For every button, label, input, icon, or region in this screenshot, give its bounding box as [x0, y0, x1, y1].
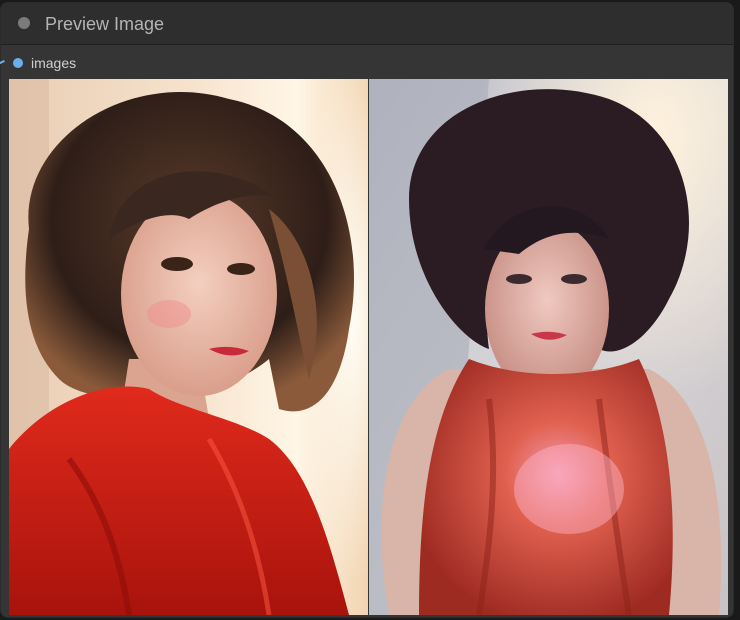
- input-socket-icon[interactable]: [13, 58, 23, 68]
- preview-image-2[interactable]: [369, 79, 728, 615]
- preview-image-node[interactable]: Preview Image images: [0, 2, 734, 618]
- portrait-warm-icon: [9, 79, 368, 615]
- input-label: images: [31, 55, 77, 71]
- collapse-toggle-icon[interactable]: [18, 17, 30, 29]
- preview-image-1[interactable]: [9, 79, 368, 615]
- input-slot-images[interactable]: images: [0, 51, 301, 75]
- node-title: Preview Image: [45, 14, 165, 34]
- connection-link: [0, 59, 5, 67]
- node-header[interactable]: Preview Image: [1, 3, 733, 45]
- image-preview-area: [9, 79, 728, 615]
- portrait-cool-icon: [369, 79, 728, 615]
